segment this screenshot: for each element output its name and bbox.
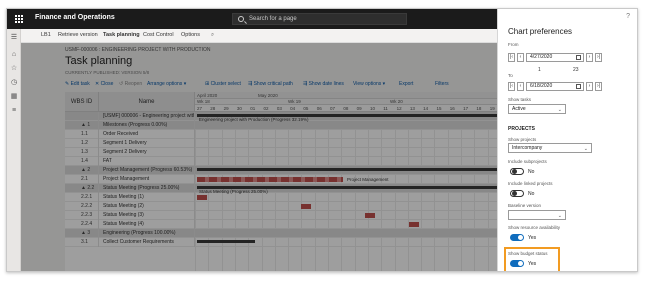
show-budget-value: Yes [528, 261, 537, 267]
app-launcher-icon[interactable] [15, 15, 24, 24]
main-content: USMF-000006 : ENGINEERING PROJECT WITH P… [21, 43, 501, 271]
from-last-button[interactable]: ›| [595, 53, 602, 62]
action-task-planning[interactable]: Task planning [103, 32, 140, 38]
calendar-icon[interactable] [576, 55, 581, 60]
chevron-down-icon: ⌄ [557, 107, 562, 113]
search-icon[interactable]: ⌕ [211, 32, 214, 39]
chevron-down-icon: ⌄ [557, 213, 562, 219]
include-subprojects-value: No [528, 169, 535, 175]
star-icon[interactable]: ☆ [10, 65, 18, 73]
action-bar: LB1 Retrieve version Task planning Cost … [21, 29, 501, 43]
from-next-button[interactable]: › [586, 53, 593, 62]
help-icon[interactable]: ? [626, 13, 630, 20]
stepper-right-value[interactable]: 23 [573, 67, 579, 73]
show-tasks-label: Show tasks [508, 97, 532, 102]
show-resource-label: Show resource availability [508, 225, 561, 230]
include-linked-toggle[interactable] [510, 190, 524, 197]
home-icon[interactable]: ⌂ [10, 51, 18, 59]
workspace-icon[interactable]: ▦ [10, 93, 18, 101]
search-placeholder: Search for a page [249, 16, 297, 22]
from-label: From [508, 42, 519, 47]
baseline-version-label: Baseline version [508, 203, 542, 208]
show-projects-select[interactable]: Intercompany ⌄ [508, 143, 592, 153]
to-label: To [508, 73, 513, 78]
chevron-down-icon: ⌄ [583, 146, 588, 152]
from-first-button[interactable]: |‹ [508, 53, 515, 62]
action-cost-control[interactable]: Cost Control [143, 32, 174, 38]
to-date-value: 6/18/2020 [530, 83, 553, 89]
from-date-value: 4/27/2020 [530, 54, 553, 60]
app-title: Finance and Operations [35, 14, 115, 21]
action-lb1[interactable]: LB1 [41, 32, 51, 38]
to-first-button[interactable]: |‹ [508, 82, 515, 91]
baseline-version-select[interactable]: ⌄ [508, 210, 566, 220]
include-subprojects-label: Include subprojects [508, 159, 547, 164]
app-window: Finance and Operations Search for a page… [6, 8, 638, 272]
show-projects-label: Show projects [508, 137, 537, 142]
include-subprojects-toggle[interactable] [510, 168, 524, 175]
show-budget-toggle[interactable] [510, 260, 524, 267]
to-next-button[interactable]: › [586, 82, 593, 91]
search-icon [238, 16, 244, 22]
from-date-field[interactable]: 4/27/2020 [526, 53, 584, 62]
projects-section-header: PROJECTS [508, 126, 535, 132]
chart-preferences-panel: ? Chart preferences From |‹ ‹ 4/27/2020 … [497, 9, 637, 271]
clock-icon[interactable]: ◷ [10, 79, 18, 87]
show-budget-label: Show budget status [508, 251, 548, 256]
show-resource-value: Yes [528, 235, 537, 241]
global-search[interactable]: Search for a page [232, 13, 407, 25]
include-linked-value: No [528, 191, 535, 197]
menu-icon[interactable]: ☰ [10, 34, 18, 42]
list-icon[interactable]: ≡ [10, 107, 18, 115]
to-last-button[interactable]: ›| [595, 82, 602, 91]
show-tasks-select[interactable]: Active ⌄ [508, 104, 566, 114]
show-tasks-value: Active [512, 106, 526, 112]
show-projects-value: Intercompany [512, 145, 543, 151]
to-date-field[interactable]: 6/18/2020 [526, 82, 584, 91]
include-linked-label: Include linked projects [508, 181, 553, 186]
stepper-left-value[interactable]: 1 [538, 67, 541, 73]
modal-overlay [21, 43, 501, 271]
to-prev-button[interactable]: ‹ [517, 82, 524, 91]
calendar-icon[interactable] [576, 84, 581, 89]
action-retrieve-version[interactable]: Retrieve version [58, 32, 98, 38]
show-resource-toggle[interactable] [510, 234, 524, 241]
action-options[interactable]: Options [181, 32, 200, 38]
from-prev-button[interactable]: ‹ [517, 53, 524, 62]
panel-title: Chart preferences [508, 27, 573, 36]
left-nav: ☰ ⌂ ☆ ◷ ▦ ≡ [7, 29, 21, 271]
